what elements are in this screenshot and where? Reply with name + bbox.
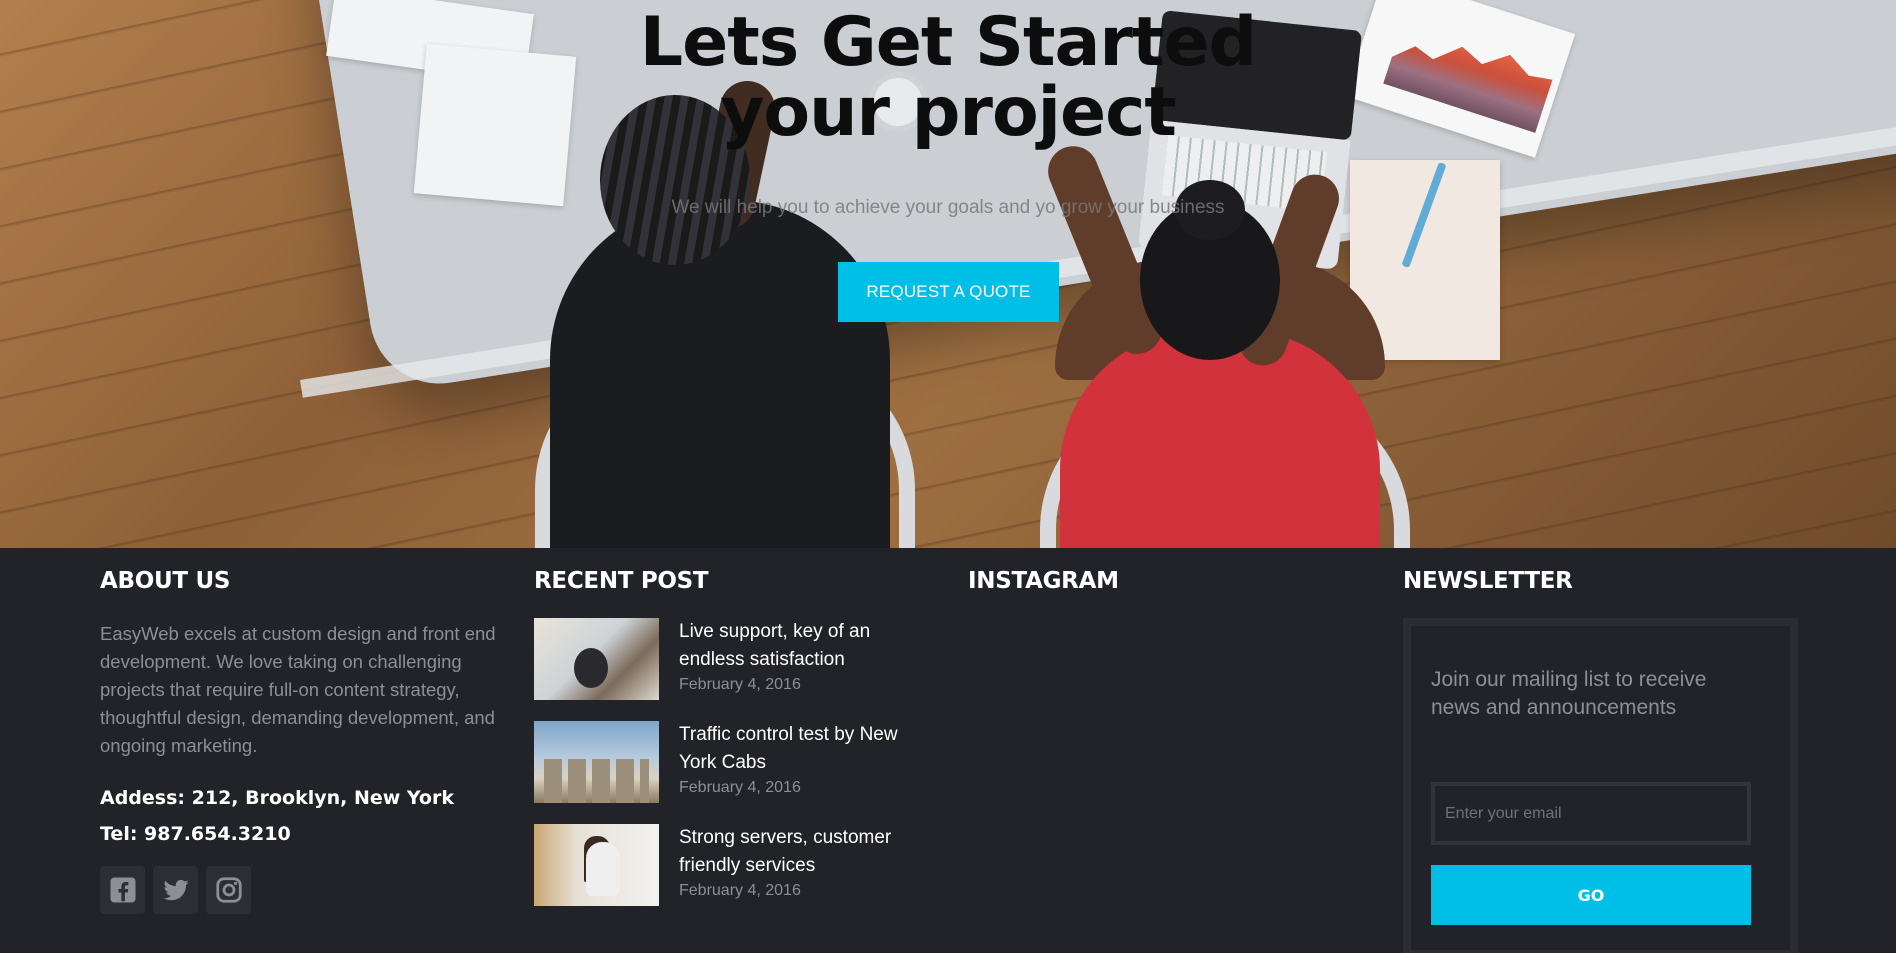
go-button[interactable]: GO	[1431, 865, 1751, 925]
instagram-heading: INSTAGRAM	[968, 568, 1119, 594]
newsletter-box: Join our mailing list to receive news an…	[1403, 618, 1798, 953]
facebook-icon[interactable]	[100, 866, 145, 914]
post-thumbnail[interactable]	[534, 721, 659, 803]
recent-post-item[interactable]: Strong servers, customer friendly servic…	[534, 824, 934, 908]
post-date: February 4, 2016	[679, 882, 801, 899]
hero-section: Lets Get Started your project We will he…	[0, 0, 1896, 548]
about-heading: ABOUT US	[100, 568, 231, 594]
request-quote-button[interactable]: REQUEST A QUOTE	[838, 262, 1059, 322]
post-text: Traffic control test by New York Cabs Fe…	[679, 721, 919, 805]
post-text: Live support, key of an endless satisfac…	[679, 618, 919, 702]
phone-text: Tel: 987.654.3210	[100, 823, 291, 845]
newsletter-text: Join our mailing list to receive news an…	[1431, 668, 1707, 719]
about-column: ABOUT US EasyWeb excels at custom design…	[100, 568, 500, 914]
social-links	[100, 866, 500, 914]
post-title[interactable]: Strong servers, customer friendly servic…	[679, 824, 919, 880]
newsletter-column: NEWSLETTER Join our mailing list to rece…	[1403, 568, 1798, 953]
recent-post-column: RECENT POST Live support, key of an endl…	[534, 568, 934, 927]
contact-info: Addess: 212, Brooklyn, New York Tel: 987…	[100, 780, 500, 852]
hero-title: Lets Get Started your project	[0, 8, 1896, 148]
instagram-column: INSTAGRAM	[968, 568, 1368, 594]
recent-post-item[interactable]: Traffic control test by New York Cabs Fe…	[534, 721, 934, 805]
footer: ABOUT US EasyWeb excels at custom design…	[0, 548, 1896, 953]
hero-title-line1: Lets Get Started	[639, 3, 1257, 82]
post-title[interactable]: Live support, key of an endless satisfac…	[679, 618, 919, 674]
hero-title-line2: your project	[720, 73, 1177, 152]
newsletter-heading: NEWSLETTER	[1403, 568, 1573, 594]
page: Lets Get Started your project We will he…	[0, 0, 1896, 953]
post-text: Strong servers, customer friendly servic…	[679, 824, 919, 908]
twitter-icon[interactable]	[153, 866, 198, 914]
post-date: February 4, 2016	[679, 676, 801, 693]
email-field[interactable]	[1431, 782, 1751, 845]
recent-post-heading: RECENT POST	[534, 568, 709, 594]
post-date: February 4, 2016	[679, 779, 801, 796]
recent-post-item[interactable]: Live support, key of an endless satisfac…	[534, 618, 934, 702]
address-text: Addess: 212, Brooklyn, New York	[100, 787, 454, 809]
about-text: EasyWeb excels at custom design and fron…	[100, 623, 496, 756]
instagram-icon[interactable]	[206, 866, 251, 914]
post-title[interactable]: Traffic control test by New York Cabs	[679, 721, 919, 777]
recent-post-list: Live support, key of an endless satisfac…	[534, 618, 934, 908]
post-thumbnail[interactable]	[534, 618, 659, 700]
hero-subtitle: We will help you to achieve your goals a…	[671, 197, 1225, 218]
post-thumbnail[interactable]	[534, 824, 659, 906]
